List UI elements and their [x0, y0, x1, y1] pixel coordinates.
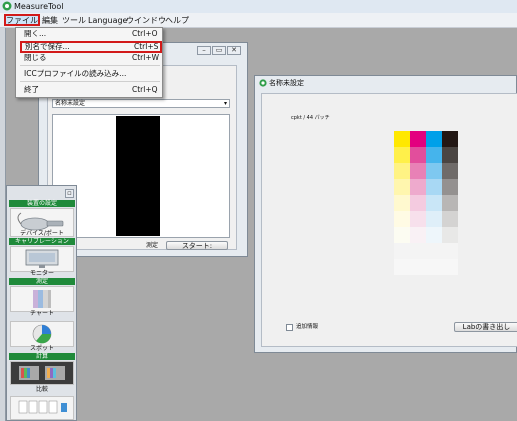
chart-window: 名称未設定 cpkt / 44 パッチ 追加情報 Labの書き出し — [254, 75, 517, 353]
color-patch-black-2 — [442, 163, 458, 179]
monitor-label: モニター — [29, 270, 54, 277]
color-patch-yellow-0 — [394, 131, 410, 147]
menu-file[interactable]: ファイル — [4, 14, 40, 26]
document-pages-icon — [18, 400, 67, 414]
chevron-down-icon: ▾ — [223, 100, 227, 107]
spot-button[interactable] — [10, 321, 74, 347]
measure-label: 測定 — [146, 242, 159, 249]
extra-info-label: 追加情報 — [296, 324, 319, 330]
color-patch-cyan-6 — [426, 227, 442, 243]
chart-label: チャート — [30, 310, 54, 317]
color-patch-paper-0-3 — [442, 243, 458, 259]
color-patch-black-6 — [442, 227, 458, 243]
color-patch-black-1 — [442, 147, 458, 163]
color-patch-paper-0-1 — [410, 243, 426, 259]
compare-label: 比較 — [35, 386, 48, 393]
color-patch-paper-1-0 — [394, 259, 410, 275]
color-patch-yellow-3 — [394, 179, 410, 195]
measure-preview — [52, 114, 230, 238]
menu-tools[interactable]: ツール — [61, 15, 87, 26]
maximize-button[interactable]: ▭ — [212, 46, 226, 55]
menu-item-exit[interactable]: 終了 Ctrl+Q — [22, 84, 158, 96]
color-patch-magenta-1 — [410, 147, 426, 163]
color-patch-yellow-1 — [394, 147, 410, 163]
color-patch-cyan-3 — [426, 179, 442, 195]
menu-window[interactable]: ウインドウ — [125, 15, 167, 26]
menu-language[interactable]: Language — [87, 15, 128, 26]
file-menu: 開く... Ctrl+O 別名で保存... Ctrl+S 閉じる Ctrl+W … — [15, 27, 163, 98]
compare-icon — [19, 366, 65, 380]
color-patch-yellow-4 — [394, 195, 410, 211]
section-measure: 測定 — [9, 278, 75, 285]
color-patch-cyan-0 — [426, 131, 442, 147]
menu-item-load-icc[interactable]: ICCプロファイルの読み込み... — [22, 68, 158, 80]
app-title: MeasureTool — [14, 2, 64, 11]
color-patch-cyan-4 — [426, 195, 442, 211]
monitor-icon — [25, 249, 59, 268]
profile-select[interactable]: 名称未設定 ▾ — [52, 99, 230, 108]
window-logo-icon — [259, 79, 267, 87]
menu-item-open[interactable]: 開く... Ctrl+O — [22, 28, 158, 40]
preview-black-stripe — [116, 116, 160, 236]
color-patch-magenta-5 — [410, 211, 426, 227]
color-patch-magenta-6 — [410, 227, 426, 243]
color-patch-magenta-4 — [410, 195, 426, 211]
color-patch-black-3 — [442, 179, 458, 195]
chart-tool-icon — [33, 290, 51, 308]
color-patch-cyan-1 — [426, 147, 442, 163]
color-patch-paper-1-3 — [442, 259, 458, 275]
color-patch-yellow-6 — [394, 227, 410, 243]
start-button[interactable]: スタート: — [166, 241, 228, 250]
compare-button[interactable] — [10, 361, 74, 385]
section-calculate: 計算 — [9, 353, 75, 360]
color-patch-paper-0-0 — [394, 243, 410, 259]
app-logo-icon — [2, 1, 12, 11]
color-patch-chart — [394, 131, 458, 275]
menu-separator — [20, 65, 160, 66]
chart-button[interactable] — [10, 286, 74, 312]
minimize-button[interactable]: – — [197, 46, 211, 55]
color-patch-magenta-3 — [410, 179, 426, 195]
color-patch-black-0 — [442, 131, 458, 147]
menu-item-close[interactable]: 閉じる Ctrl+W — [22, 52, 159, 64]
color-patch-magenta-2 — [410, 163, 426, 179]
menu-separator — [20, 81, 160, 82]
color-patch-yellow-2 — [394, 163, 410, 179]
color-patch-cyan-2 — [426, 163, 442, 179]
color-patch-paper-1-1 — [410, 259, 426, 275]
color-patch-cyan-5 — [426, 211, 442, 227]
lab-export-button[interactable]: Labの書き出し — [454, 322, 517, 332]
color-patch-black-5 — [442, 211, 458, 227]
palette-close-button[interactable]: ▫ — [65, 189, 74, 198]
color-patch-magenta-0 — [410, 131, 426, 147]
report-button[interactable] — [10, 396, 74, 420]
menu-edit[interactable]: 編集 — [41, 15, 59, 26]
color-patch-paper-0-2 — [426, 243, 442, 259]
app-title-bar — [0, 0, 517, 13]
device-port-label: デバイス/ポート — [20, 230, 64, 237]
patch-info: cpkt / 44 パッチ — [291, 115, 330, 121]
menu-help[interactable]: ヘルプ — [164, 15, 190, 26]
chart-window-body: cpkt / 44 パッチ 追加情報 Labの書き出し — [261, 93, 517, 347]
close-button[interactable]: ✕ — [227, 46, 241, 55]
section-calibration: キャリブレーション — [9, 238, 75, 245]
tool-palette: ▫ 装置の設定 デバイス/ポート キャリブレーション モニター 測定 チャート — [6, 185, 77, 421]
spot-pie-icon — [32, 324, 52, 344]
color-patch-yellow-5 — [394, 211, 410, 227]
spot-label: スポット — [29, 345, 54, 352]
section-device-settings: 装置の設定 — [9, 200, 75, 207]
color-patch-black-4 — [442, 195, 458, 211]
extra-info-checkbox[interactable] — [286, 324, 293, 331]
monitor-button[interactable] — [10, 246, 74, 272]
color-patch-paper-1-2 — [426, 259, 442, 275]
chart-window-title: 名称未設定 — [269, 79, 304, 87]
profile-select-value: 名称未設定 — [55, 100, 86, 107]
